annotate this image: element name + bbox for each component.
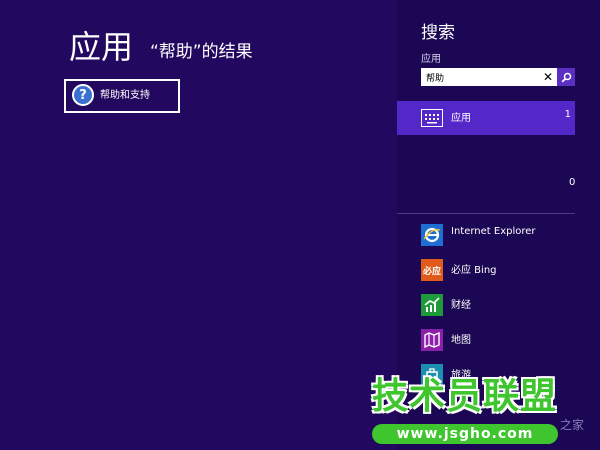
- internet-explorer-icon: [421, 224, 443, 246]
- result-item-label: 帮助和支持: [100, 90, 150, 101]
- watermark-title: 技术员联盟: [372, 376, 558, 417]
- app-label: 必应 Bing: [451, 265, 497, 276]
- search-scope-label: 应用: [421, 54, 441, 65]
- app-label: Internet Explorer: [451, 226, 536, 237]
- watermark-url: www.jsgho.com: [372, 424, 558, 444]
- results-subtitle: “帮助”的结果: [150, 42, 253, 62]
- other-results-count: 0: [569, 177, 576, 188]
- maps-icon: [421, 329, 443, 351]
- app-item-finance[interactable]: 财经: [421, 294, 581, 329]
- category-label: 应用: [451, 113, 471, 124]
- help-question-icon: ?: [72, 84, 94, 106]
- watermark-tail: 之家: [560, 418, 585, 432]
- category-count: 1: [564, 109, 571, 120]
- app-item-bing[interactable]: 必应 必应 Bing: [421, 259, 581, 294]
- search-pane-title: 搜索: [421, 23, 455, 43]
- search-button[interactable]: [557, 68, 575, 86]
- results-title: 应用: [69, 28, 134, 66]
- app-label: 地图: [451, 335, 471, 346]
- app-item-internet-explorer[interactable]: Internet Explorer: [421, 224, 581, 259]
- results-area: 应用 “帮助”的结果 ? 帮助和支持: [0, 0, 397, 450]
- apps-keyboard-icon: [421, 109, 443, 127]
- app-item-maps[interactable]: 地图: [421, 329, 581, 364]
- app-list: Internet Explorer 必应 必应 Bing 财经 地图 旅游: [421, 224, 581, 399]
- divider: [397, 213, 575, 214]
- result-item-help-support[interactable]: ? 帮助和支持: [64, 79, 180, 113]
- close-icon: ✕: [542, 70, 554, 84]
- category-apps[interactable]: 应用 1: [397, 101, 575, 135]
- bing-icon: 必应: [421, 259, 443, 281]
- search-icon: [561, 72, 571, 82]
- search-box: ✕: [421, 68, 575, 86]
- clear-search-button[interactable]: ✕: [540, 69, 556, 85]
- app-label: 财经: [451, 300, 471, 311]
- finance-chart-icon: [421, 294, 443, 316]
- search-input[interactable]: [422, 69, 538, 85]
